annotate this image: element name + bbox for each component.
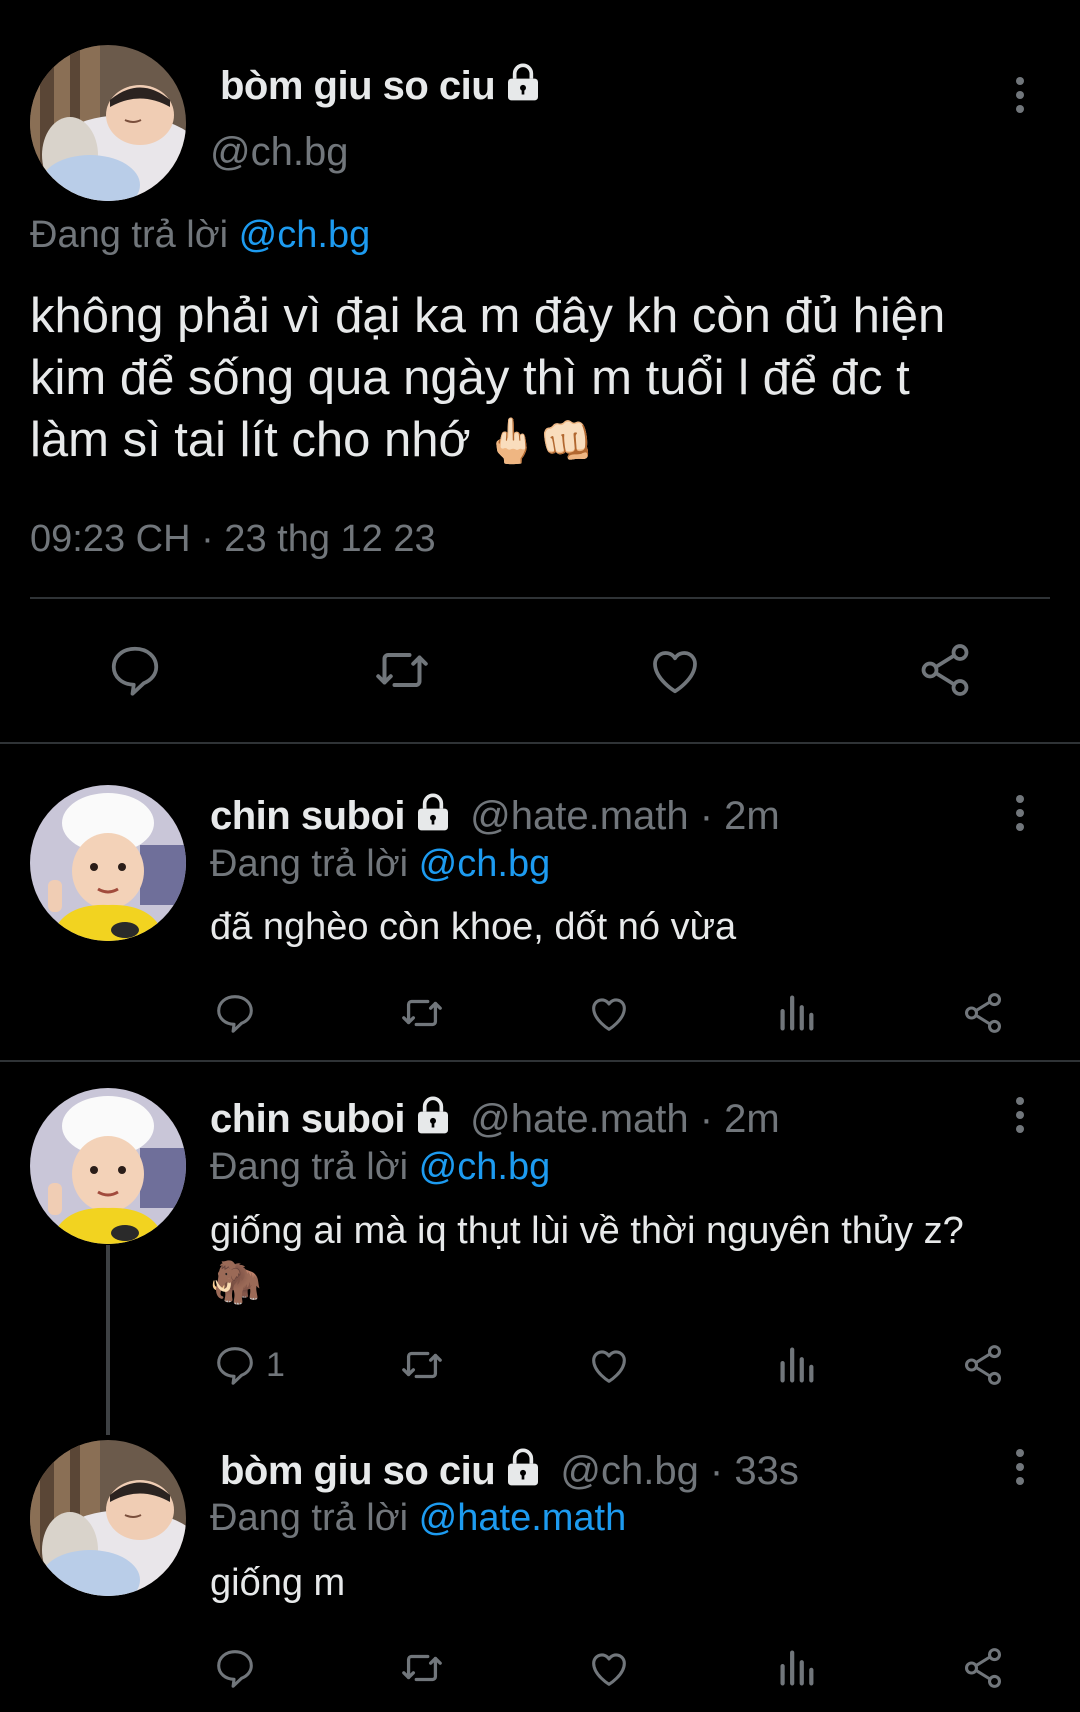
- replying-prefix: Đang trả lời: [30, 214, 229, 256]
- reply-display-name[interactable]: chin suboi: [210, 794, 406, 838]
- reply-handle-time[interactable]: @ch.bg · 33s: [560, 1449, 799, 1493]
- lock-icon: [413, 792, 453, 842]
- like-icon[interactable]: [586, 1342, 632, 1388]
- lock-icon: [503, 1447, 543, 1497]
- more-vertical-icon[interactable]: [1000, 70, 1040, 120]
- reply-header: chin suboi @hate.math · 2m: [210, 1095, 780, 1145]
- replying-to-line: Đang trả lời @ch.bg: [210, 843, 550, 886]
- reply-handle-time[interactable]: @hate.math · 2m: [470, 794, 780, 838]
- retweet-icon[interactable]: [370, 640, 434, 700]
- replying-to-line: Đang trả lời @hate.math: [210, 1497, 626, 1540]
- tweet-timestamp[interactable]: 09:23 CH · 23 thg 12 23: [30, 518, 436, 561]
- divider: [0, 742, 1080, 744]
- share-icon[interactable]: [960, 990, 1006, 1036]
- replying-prefix: Đang trả lời: [210, 1146, 409, 1188]
- views-icon[interactable]: [773, 1645, 819, 1691]
- author-display-name[interactable]: bòm giu so ciu: [220, 64, 496, 108]
- share-icon[interactable]: [960, 1645, 1006, 1691]
- retweet-icon[interactable]: [397, 1645, 447, 1691]
- like-icon[interactable]: [586, 990, 632, 1036]
- tweet-text-line: làm sì tai lít cho nhớ: [30, 413, 471, 467]
- reply-count: 1: [266, 1345, 285, 1384]
- reply-handle-time[interactable]: @hate.math · 2m: [470, 1097, 780, 1141]
- replying-to-line: Đang trả lời @ch.bg: [210, 1146, 550, 1189]
- replying-prefix: Đang trả lời: [210, 1497, 409, 1539]
- share-icon[interactable]: [915, 640, 975, 700]
- replying-to-link[interactable]: @hate.math: [419, 1497, 627, 1539]
- reply-icon[interactable]: [105, 640, 165, 700]
- retweet-icon[interactable]: [397, 1342, 447, 1388]
- reply-text: giống m: [210, 1562, 346, 1604]
- avatar-sleeping-child[interactable]: [30, 45, 186, 201]
- retweet-icon[interactable]: [397, 990, 447, 1036]
- reply-header: chin suboi @hate.math · 2m: [210, 792, 780, 842]
- views-icon[interactable]: [773, 1342, 819, 1388]
- replying-to-link[interactable]: @ch.bg: [239, 214, 371, 256]
- tweet-text: không phải vì đại ka m đây kh còn đủ hiệ…: [30, 285, 945, 473]
- replying-to-link[interactable]: @ch.bg: [419, 843, 551, 885]
- tweet-emoji: 🖕🏻👊🏻: [484, 417, 594, 466]
- lock-icon: [503, 62, 543, 112]
- like-icon[interactable]: [645, 640, 705, 700]
- reply-text: đã nghèo còn khoe, dốt nó vừa: [210, 906, 737, 948]
- lock-icon: [413, 1095, 453, 1145]
- reply-header: bòm giu so ciu @ch.bg · 33s: [220, 1447, 799, 1497]
- avatar-sleeping-child[interactable]: [30, 1440, 186, 1596]
- reply-text: giống ai mà iq thụt lùi về thời nguyên t…: [210, 1210, 964, 1252]
- divider: [0, 1060, 1080, 1062]
- reply-icon[interactable]: [212, 1645, 258, 1691]
- share-icon[interactable]: [960, 1342, 1006, 1388]
- like-icon[interactable]: [586, 1645, 632, 1691]
- reply-display-name[interactable]: bòm giu so ciu: [220, 1449, 496, 1493]
- reply-icon: [212, 1342, 258, 1388]
- more-vertical-icon[interactable]: [1000, 788, 1040, 838]
- tweet-text-line: không phải vì đại ka m đây kh còn đủ hiệ…: [30, 289, 946, 343]
- more-vertical-icon[interactable]: [1000, 1090, 1040, 1140]
- author-name-row: bòm giu so ciu: [220, 62, 543, 112]
- reply-display-name[interactable]: chin suboi: [210, 1097, 406, 1141]
- divider: [30, 597, 1050, 599]
- reply-icon[interactable]: [212, 990, 258, 1036]
- tweet-text-line: kim để sống qua ngày thì m tuổi l để đc …: [30, 351, 910, 405]
- thread-connector-line: [106, 1245, 110, 1435]
- author-handle[interactable]: @ch.bg: [210, 130, 348, 175]
- replying-prefix: Đang trả lời: [210, 843, 409, 885]
- tweet-thread-screen: bòm giu so ciu @ch.bg Đang trả lời @ch.b…: [0, 0, 1080, 1712]
- reply-button[interactable]: 1: [212, 1342, 285, 1388]
- avatar-child-chef-hat[interactable]: [30, 1088, 186, 1244]
- avatar-child-chef-hat[interactable]: [30, 785, 186, 941]
- more-vertical-icon[interactable]: [1000, 1442, 1040, 1492]
- replying-to-link[interactable]: @ch.bg: [419, 1146, 551, 1188]
- replying-to-line: Đang trả lời @ch.bg: [30, 214, 370, 257]
- views-icon[interactable]: [773, 990, 819, 1036]
- reply-emoji: 🦣: [210, 1258, 263, 1305]
